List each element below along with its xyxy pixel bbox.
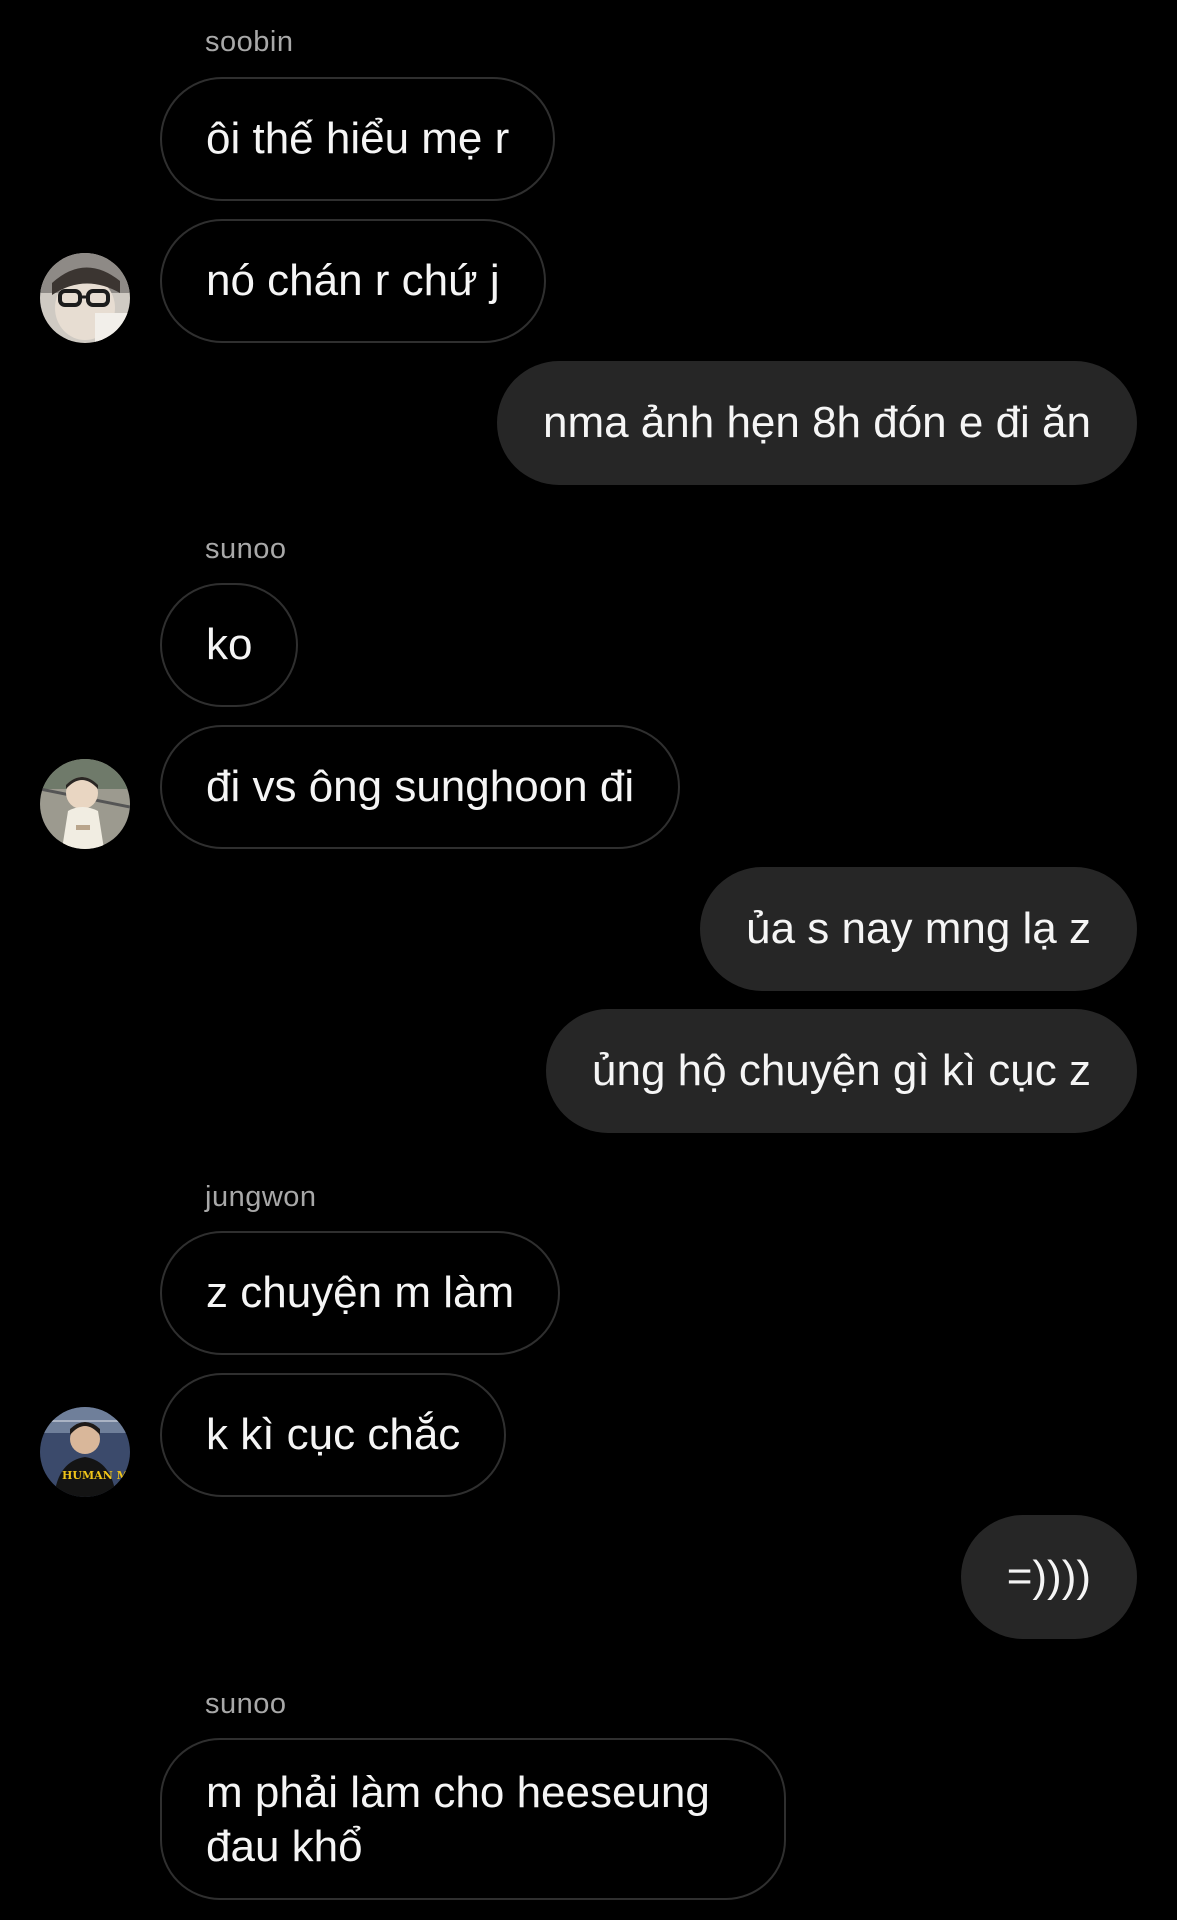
message-text: m phải làm cho heeseung đau khổ (206, 1768, 710, 1871)
avatar-sunoo[interactable] (40, 759, 130, 849)
message-text: ủa s nay mng lạ z (746, 904, 1091, 953)
message-text: ko (206, 620, 253, 669)
avatar-sunoo-image (40, 759, 130, 849)
message-text: nó chán r chứ j (206, 256, 500, 305)
sender-name-sunoo: sunoo (205, 1688, 287, 1720)
avatar-jungwon-image: HUMAN MADE (40, 1407, 130, 1497)
sender-name-sunoo: sunoo (205, 533, 287, 565)
avatar-jungwon[interactable]: HUMAN MADE (40, 1407, 130, 1497)
avatar-soobin[interactable] (40, 253, 130, 343)
message-text: nma ảnh hẹn 8h đón e đi ăn (542, 398, 1091, 447)
sender-name-jungwon: jungwon (205, 1181, 317, 1213)
message-text: =)))) (1006, 1552, 1091, 1601)
message-text: đi vs ông sunghoon đi (206, 762, 635, 811)
message-text: ủng hộ chuyện gì kì cục z (592, 1046, 1091, 1095)
message-bubble-incoming[interactable]: m phải làm cho heeseung đau khổ (160, 1738, 786, 1900)
message-bubble-outgoing[interactable]: =)))) (960, 1515, 1137, 1639)
message-text: ôi thế hiểu mẹ r (206, 114, 510, 163)
message-text: z chuyện m làm (206, 1268, 515, 1317)
avatar-soobin-image (40, 253, 130, 343)
message-bubble-incoming[interactable]: k kì cục chắc (160, 1373, 507, 1497)
sender-name-soobin: soobin (205, 26, 294, 58)
message-bubble-incoming[interactable]: ko (160, 583, 299, 707)
message-text: k kì cục chắc (206, 1410, 461, 1459)
message-bubble-incoming[interactable]: đi vs ông sunghoon đi (160, 725, 681, 849)
message-bubble-incoming[interactable]: ôi thế hiểu mẹ r (160, 77, 556, 201)
message-bubble-outgoing[interactable]: ủng hộ chuyện gì kì cục z (546, 1009, 1137, 1133)
message-bubble-incoming[interactable]: z chuyện m làm (160, 1231, 561, 1355)
message-bubble-outgoing[interactable]: nma ảnh hẹn 8h đón e đi ăn (496, 361, 1137, 485)
avatar-shirt-text: HUMAN MADE (62, 1469, 130, 1482)
message-bubble-incoming[interactable]: nó chán r chứ j (160, 219, 546, 343)
message-bubble-outgoing[interactable]: ủa s nay mng lạ z (700, 867, 1137, 991)
